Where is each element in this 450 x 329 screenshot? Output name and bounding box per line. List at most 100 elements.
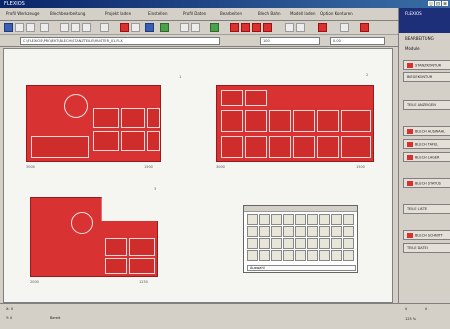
- move-icon[interactable]: [191, 23, 200, 32]
- palette-tool[interactable]: [319, 250, 330, 261]
- new-file-icon[interactable]: [4, 23, 13, 32]
- part-cell[interactable]: [269, 110, 291, 132]
- select-icon[interactable]: [180, 23, 189, 32]
- sheet-plate[interactable]: [216, 85, 374, 162]
- grid-icon[interactable]: [296, 23, 305, 32]
- palette-tool[interactable]: [271, 214, 282, 225]
- part-cell[interactable]: [317, 136, 339, 158]
- offset-field[interactable]: 0.00: [330, 37, 385, 45]
- palette-input[interactable]: Auswahl: [247, 265, 356, 271]
- module-button[interactable]: BLECH SCHNITT: [403, 230, 450, 240]
- module-button[interactable]: BLECH LAGER: [403, 152, 450, 162]
- part-cell[interactable]: [105, 238, 127, 256]
- part-cell[interactable]: [245, 110, 267, 132]
- undo-icon[interactable]: [100, 23, 109, 32]
- part-cell[interactable]: [317, 110, 339, 132]
- palette-tool[interactable]: [271, 250, 282, 261]
- run-icon[interactable]: [210, 23, 219, 32]
- menu-item[interactable]: Modell laden: [290, 11, 316, 16]
- palette-tool[interactable]: [295, 226, 306, 237]
- part-cell[interactable]: [121, 108, 145, 128]
- part-cell[interactable]: [93, 131, 119, 151]
- palette-tool[interactable]: [259, 214, 270, 225]
- part-cell[interactable]: [221, 136, 243, 158]
- shape-circle-icon[interactable]: [241, 23, 250, 32]
- module-button[interactable]: TEILE ANZEIGEN: [403, 100, 450, 110]
- part-cell[interactable]: [147, 108, 160, 128]
- module-button[interactable]: BIEGEKONTUR: [403, 72, 450, 82]
- palette-tool[interactable]: [295, 250, 306, 261]
- part-cell[interactable]: [245, 136, 267, 158]
- palette-tool[interactable]: [259, 250, 270, 261]
- palette-tool[interactable]: [283, 226, 294, 237]
- part-cell[interactable]: [221, 90, 243, 106]
- module-button[interactable]: BLECH STATUS: [403, 178, 450, 188]
- delete-icon[interactable]: [318, 23, 327, 32]
- palette-tool[interactable]: [319, 214, 330, 225]
- paste-icon[interactable]: [82, 23, 91, 32]
- palette-tool[interactable]: [247, 238, 258, 249]
- palette-tool[interactable]: [283, 238, 294, 249]
- tool-red-icon[interactable]: [120, 23, 129, 32]
- palette-titlebar[interactable]: [244, 206, 357, 212]
- part-cell[interactable]: [129, 238, 155, 256]
- zoom-field[interactable]: 100: [260, 37, 320, 45]
- part-cell[interactable]: [341, 110, 371, 132]
- tool-palette[interactable]: Auswahl: [243, 205, 358, 273]
- info-icon[interactable]: [145, 23, 154, 32]
- part-cell[interactable]: [121, 131, 145, 151]
- shape-line-icon[interactable]: [263, 23, 272, 32]
- palette-tool[interactable]: [283, 214, 294, 225]
- cut-icon[interactable]: [60, 23, 69, 32]
- copy-icon[interactable]: [71, 23, 80, 32]
- measure-icon[interactable]: [285, 23, 294, 32]
- save-icon[interactable]: [26, 23, 35, 32]
- zoom-icon[interactable]: [131, 23, 140, 32]
- part-cell[interactable]: [293, 136, 315, 158]
- part-cell[interactable]: [245, 90, 267, 106]
- palette-tool[interactable]: [319, 238, 330, 249]
- palette-tool[interactable]: [247, 250, 258, 261]
- palette-tool[interactable]: [307, 214, 318, 225]
- palette-tool[interactable]: [331, 214, 342, 225]
- part-cell[interactable]: [269, 136, 291, 158]
- menu-item[interactable]: Profil Daten: [183, 11, 206, 16]
- module-button[interactable]: BLECH AUSWAHL: [403, 126, 450, 136]
- sheet-plate[interactable]: [26, 85, 161, 162]
- palette-tool[interactable]: [331, 238, 342, 249]
- palette-tool[interactable]: [271, 226, 282, 237]
- palette-tool[interactable]: [331, 250, 342, 261]
- part-cell[interactable]: [105, 258, 127, 274]
- menu-item[interactable]: Option Konturen: [320, 11, 353, 16]
- palette-tool[interactable]: [343, 250, 354, 261]
- menu-item[interactable]: Blech Bahn: [258, 11, 281, 16]
- cross-icon[interactable]: [360, 23, 369, 32]
- palette-tool[interactable]: [259, 238, 270, 249]
- palette-tool[interactable]: [307, 238, 318, 249]
- part-cell[interactable]: [293, 110, 315, 132]
- palette-tool[interactable]: [259, 226, 270, 237]
- part-cell[interactable]: [93, 108, 119, 128]
- palette-tool[interactable]: [319, 226, 330, 237]
- part-cell[interactable]: [341, 136, 371, 158]
- palette-tool[interactable]: [247, 226, 258, 237]
- palette-tool[interactable]: [247, 214, 258, 225]
- path-field[interactable]: C:\FLEXIOS\PROJEKT\BLECH\STANZTEILE\MUST…: [20, 37, 220, 45]
- menu-item[interactable]: Projekt laden: [105, 11, 131, 16]
- module-button[interactable]: TEILE LISTE: [403, 204, 450, 214]
- palette-tool[interactable]: [307, 250, 318, 261]
- maximize-icon[interactable]: □: [435, 1, 441, 6]
- menu-item[interactable]: Profil Werkzeuge: [6, 11, 40, 16]
- palette-tool[interactable]: [343, 238, 354, 249]
- module-button[interactable]: STANZKONTUR: [403, 60, 450, 70]
- module-button[interactable]: TEILE DATEI: [403, 243, 450, 253]
- menu-item[interactable]: Blechbearbeitung: [50, 11, 85, 16]
- close-icon[interactable]: ×: [442, 1, 448, 6]
- print-icon[interactable]: [40, 23, 49, 32]
- part-cell[interactable]: [221, 110, 243, 132]
- palette-tool[interactable]: [271, 238, 282, 249]
- part-cell[interactable]: [147, 131, 160, 151]
- shape-arc-icon[interactable]: [252, 23, 261, 32]
- minimize-icon[interactable]: _: [428, 1, 434, 6]
- sheet-plate[interactable]: [30, 197, 158, 277]
